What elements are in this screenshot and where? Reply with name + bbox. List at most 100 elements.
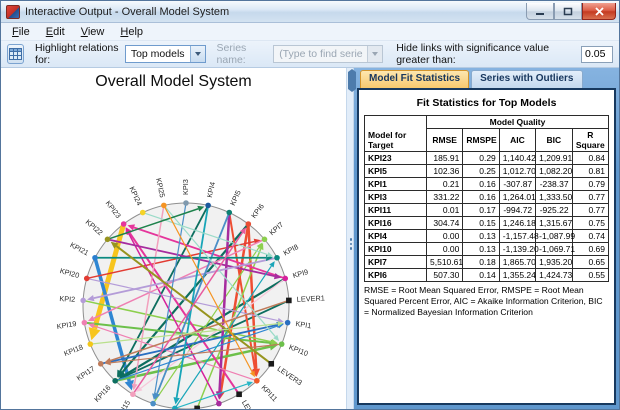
- network-node-label: KPI3: [181, 179, 190, 195]
- network-node-label: KPI4: [205, 181, 217, 198]
- table-cell: -238.37: [536, 178, 572, 191]
- network-node[interactable]: [80, 298, 86, 304]
- row-header: KPI10: [365, 243, 427, 256]
- table-row[interactable]: KPI23185.910.291,140.421,209.910.84: [365, 152, 609, 165]
- network-node-label: KPI15: [114, 398, 132, 409]
- network-node[interactable]: [274, 255, 280, 261]
- network-node[interactable]: [121, 221, 127, 227]
- network-node[interactable]: [205, 203, 211, 209]
- table-row[interactable]: KPI110.010.17-994.72-925.220.77: [365, 204, 609, 217]
- table-cell: -994.72: [499, 204, 535, 217]
- output-options-button[interactable]: [7, 44, 24, 64]
- network-node[interactable]: [88, 341, 94, 347]
- table-row[interactable]: KPI16304.740.151,246.181,315.670.75: [365, 217, 609, 230]
- menu-file[interactable]: File: [4, 24, 38, 40]
- window-title: Interactive Output - Overall Model Syste…: [25, 6, 229, 18]
- network-node[interactable]: [183, 200, 189, 206]
- row-header: KPI3: [365, 191, 427, 204]
- table-cell: 1,140.42: [499, 152, 535, 165]
- table-cell: 0.75: [572, 217, 608, 230]
- tab-series-with-outliers[interactable]: Series with Outliers: [471, 70, 582, 88]
- table-row[interactable]: KPI3331.220.161,264.011,333.500.77: [365, 191, 609, 204]
- series-name-label: Series name:: [217, 42, 269, 66]
- table-row[interactable]: KPI40.000.13-1,157.48-1,087.990.74: [365, 230, 609, 243]
- network-node-label: KPI18: [63, 342, 85, 358]
- network-node[interactable]: [105, 237, 111, 243]
- table-cell: 1,355.24: [499, 269, 535, 282]
- dropdown-arrow-icon[interactable]: [190, 46, 205, 62]
- network-node[interactable]: [82, 320, 88, 326]
- column-header: AIC: [499, 129, 535, 152]
- splitter-collapse-icon[interactable]: [348, 72, 356, 90]
- menu-edit[interactable]: Edit: [38, 24, 73, 40]
- table-cell: 304.74: [427, 217, 463, 230]
- network-node[interactable]: [150, 401, 156, 407]
- network-node[interactable]: [246, 221, 252, 227]
- network-node-label: KPI7: [267, 220, 285, 237]
- network-node[interactable]: [112, 378, 118, 384]
- menu-help[interactable]: Help: [112, 24, 151, 40]
- highlight-relations-value: Top models: [126, 48, 190, 60]
- table-row[interactable]: KPI75,510.610.181,865.701,935.200.65: [365, 256, 609, 269]
- app-icon: [6, 5, 20, 19]
- network-node[interactable]: [84, 276, 90, 282]
- network-node[interactable]: [130, 391, 136, 397]
- network-node[interactable]: [268, 361, 274, 367]
- network-node-label: LEVER4: [240, 398, 262, 409]
- table-cell: 0.16: [463, 178, 499, 191]
- table-cell: 0.55: [572, 269, 608, 282]
- network-node[interactable]: [140, 210, 146, 216]
- table-cell: 0.15: [463, 217, 499, 230]
- network-node-label: KPI1: [295, 319, 312, 330]
- titlebar[interactable]: Interactive Output - Overall Model Syste…: [1, 1, 619, 23]
- network-node[interactable]: [279, 341, 285, 347]
- table-row[interactable]: KPI10.210.16-307.87-238.370.79: [365, 178, 609, 191]
- table-cell: 0.00: [427, 230, 463, 243]
- table-cell: 1,264.01: [499, 191, 535, 204]
- network-node[interactable]: [262, 237, 268, 243]
- network-node[interactable]: [254, 378, 260, 384]
- network-node-label: KPI25: [154, 177, 167, 198]
- highlight-relations-dropdown[interactable]: Top models: [125, 45, 206, 63]
- tab-strip: Model Fit Statistics Series with Outlier…: [357, 70, 616, 88]
- table-row[interactable]: KPI100.000.13-1,139.20-1,069.710.69: [365, 243, 609, 256]
- network-node-label: KPI9: [292, 267, 310, 280]
- table-cell: 0.69: [572, 243, 608, 256]
- maximize-button[interactable]: [554, 3, 582, 20]
- network-node-label: KPI21: [69, 240, 91, 257]
- close-button[interactable]: [582, 3, 616, 20]
- table-row[interactable]: KPI5102.360.251,012.701,082.200.81: [365, 165, 609, 178]
- network-node[interactable]: [282, 276, 288, 282]
- row-header: KPI7: [365, 256, 427, 269]
- table-cell: 0.00: [427, 243, 463, 256]
- network-node[interactable]: [226, 210, 232, 216]
- significance-value-input[interactable]: [581, 46, 613, 63]
- network-node-label: KPI2: [59, 294, 75, 304]
- table-cell: -1,069.71: [536, 243, 572, 256]
- network-node[interactable]: [98, 361, 104, 367]
- network-node-label: KPI6: [249, 202, 266, 220]
- network-circle: [83, 203, 289, 409]
- minimize-button[interactable]: [526, 3, 554, 20]
- tab-model-fit-statistics[interactable]: Model Fit Statistics: [360, 70, 469, 88]
- network-node[interactable]: [216, 401, 222, 407]
- row-header: KPI1: [365, 178, 427, 191]
- network-node[interactable]: [92, 255, 98, 261]
- network-node[interactable]: [161, 203, 167, 209]
- table-cell: 1,424.73: [536, 269, 572, 282]
- table-cell: 102.36: [427, 165, 463, 178]
- table-cell: 0.74: [572, 230, 608, 243]
- network-diagram[interactable]: KPI3KPI4KPI5KPI6KPI7KPI8KPI9LEVER1KPI1KP…: [1, 94, 346, 409]
- network-node[interactable]: [236, 391, 242, 397]
- statistics-panel: Model Fit Statistics Series with Outlier…: [354, 68, 619, 409]
- table-row[interactable]: KPI6507.300.141,355.241,424.730.55: [365, 269, 609, 282]
- table-cell: -1,087.99: [536, 230, 572, 243]
- table-cell: 1,865.70: [499, 256, 535, 269]
- row-header: KPI5: [365, 165, 427, 178]
- network-node[interactable]: [194, 406, 200, 409]
- network-node[interactable]: [285, 320, 291, 326]
- panel-splitter[interactable]: [346, 68, 354, 409]
- table-cell: 1,012.70: [499, 165, 535, 178]
- network-node[interactable]: [286, 298, 292, 304]
- menu-view[interactable]: View: [73, 24, 113, 40]
